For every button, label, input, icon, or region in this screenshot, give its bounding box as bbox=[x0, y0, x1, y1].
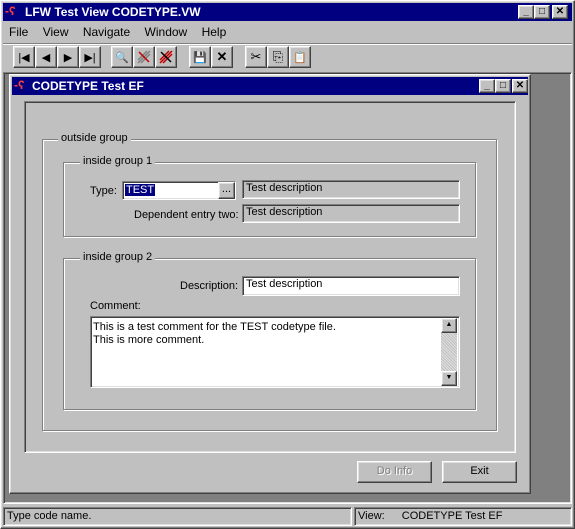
next-icon: ▶ bbox=[63, 51, 73, 64]
comment-textarea[interactable]: This is a test comment for the TEST code… bbox=[90, 316, 460, 388]
menu-help[interactable]: Help bbox=[202, 25, 227, 39]
child-logo-icon: -ʕ bbox=[14, 78, 25, 92]
paste-button[interactable]: 📋 bbox=[289, 46, 311, 68]
minimize-button[interactable]: _ bbox=[518, 5, 534, 19]
copy-button[interactable]: ⎘ bbox=[267, 46, 289, 68]
type-lookup-button[interactable]: ... bbox=[218, 182, 235, 199]
prev-record-button[interactable]: ◀ bbox=[35, 46, 57, 68]
inside-group-1-legend: inside group 1 bbox=[80, 155, 156, 167]
clear-filter-button[interactable] bbox=[155, 46, 177, 68]
first-icon: |◀ bbox=[18, 51, 30, 64]
type-value: TEST bbox=[125, 184, 156, 196]
menu-file[interactable]: File bbox=[9, 25, 28, 39]
menu-bar: File View Navigate Window Help bbox=[9, 25, 237, 41]
menu-window[interactable]: Window bbox=[145, 25, 188, 39]
do-info-button[interactable]: Do Info bbox=[357, 461, 432, 483]
app-titlebar: -ʕ LFW Test View CODETYPE.VW _ □ ✕ bbox=[3, 3, 572, 21]
close-button[interactable]: ✕ bbox=[552, 5, 568, 19]
child-minimize-button[interactable]: _ bbox=[479, 79, 495, 93]
toolbar: |◀ ◀ ▶ ▶| 🔍 💾 ✕ ✂ ⎘ 📋 bbox=[3, 43, 572, 71]
status-view-panel: View: CODETYPE Test EF bbox=[354, 507, 572, 526]
filter-button[interactable] bbox=[133, 46, 155, 68]
outside-group-legend: outside group bbox=[58, 132, 131, 144]
child-titlebar: -ʕ CODETYPE Test EF _ □ ✕ bbox=[12, 77, 528, 95]
copy-icon: ⎘ bbox=[272, 49, 284, 64]
clear-filter-icon bbox=[159, 50, 173, 64]
comment-line-1: This is a test comment for the TEST code… bbox=[93, 321, 336, 333]
description-label: Description: bbox=[180, 280, 239, 292]
status-message: Type code name. bbox=[3, 507, 352, 526]
scissors-icon: ✂ bbox=[250, 49, 262, 64]
app-logo-icon: -ʕ bbox=[5, 4, 16, 18]
next-record-button[interactable]: ▶ bbox=[57, 46, 79, 68]
status-view-label: View: bbox=[358, 510, 385, 522]
last-record-button[interactable]: ▶| bbox=[79, 46, 101, 68]
inside-group-2-legend: inside group 2 bbox=[80, 251, 156, 263]
comment-label: Comment: bbox=[90, 300, 141, 312]
child-maximize-button[interactable]: □ bbox=[495, 79, 511, 93]
magnifier-icon: 🔍 bbox=[115, 51, 129, 64]
type-description-field: Test description bbox=[242, 180, 460, 199]
child-close-button[interactable]: ✕ bbox=[512, 79, 528, 93]
dependent-entry-label: Dependent entry two: bbox=[134, 209, 239, 221]
cut-button[interactable]: ✂ bbox=[245, 46, 267, 68]
description-input[interactable]: Test description bbox=[242, 276, 460, 296]
scroll-up-arrow-icon[interactable]: ▲ bbox=[441, 318, 457, 333]
app-title: LFW Test View CODETYPE.VW bbox=[25, 5, 201, 19]
delete-icon: ✕ bbox=[216, 49, 228, 64]
status-view-value: CODETYPE Test EF bbox=[401, 510, 503, 522]
comment-line-2: This is more comment. bbox=[93, 334, 205, 346]
first-record-button[interactable]: |◀ bbox=[13, 46, 35, 68]
maximize-button[interactable]: □ bbox=[534, 5, 550, 19]
comment-scrollbar[interactable]: ▲ ▼ bbox=[441, 318, 457, 386]
clipboard-icon: 📋 bbox=[293, 51, 307, 64]
menu-view[interactable]: View bbox=[43, 25, 69, 39]
last-icon: ▶| bbox=[84, 51, 96, 64]
filter-icon bbox=[137, 50, 151, 64]
child-title: CODETYPE Test EF bbox=[32, 79, 144, 93]
scroll-down-arrow-icon[interactable]: ▼ bbox=[441, 371, 457, 386]
find-button[interactable]: 🔍 bbox=[111, 46, 133, 68]
dependent-entry-field: Test description bbox=[242, 204, 460, 223]
floppy-icon: 💾 bbox=[193, 51, 207, 64]
exit-button[interactable]: Exit bbox=[442, 461, 517, 483]
save-button[interactable]: 💾 bbox=[189, 46, 211, 68]
menu-navigate[interactable]: Navigate bbox=[83, 25, 130, 39]
child-window: -ʕ CODETYPE Test EF _ □ ✕ outside group … bbox=[9, 74, 531, 494]
prev-icon: ◀ bbox=[41, 51, 51, 64]
type-label: Type: bbox=[90, 185, 117, 197]
delete-button[interactable]: ✕ bbox=[211, 46, 233, 68]
type-input[interactable]: TEST ... bbox=[122, 181, 236, 200]
